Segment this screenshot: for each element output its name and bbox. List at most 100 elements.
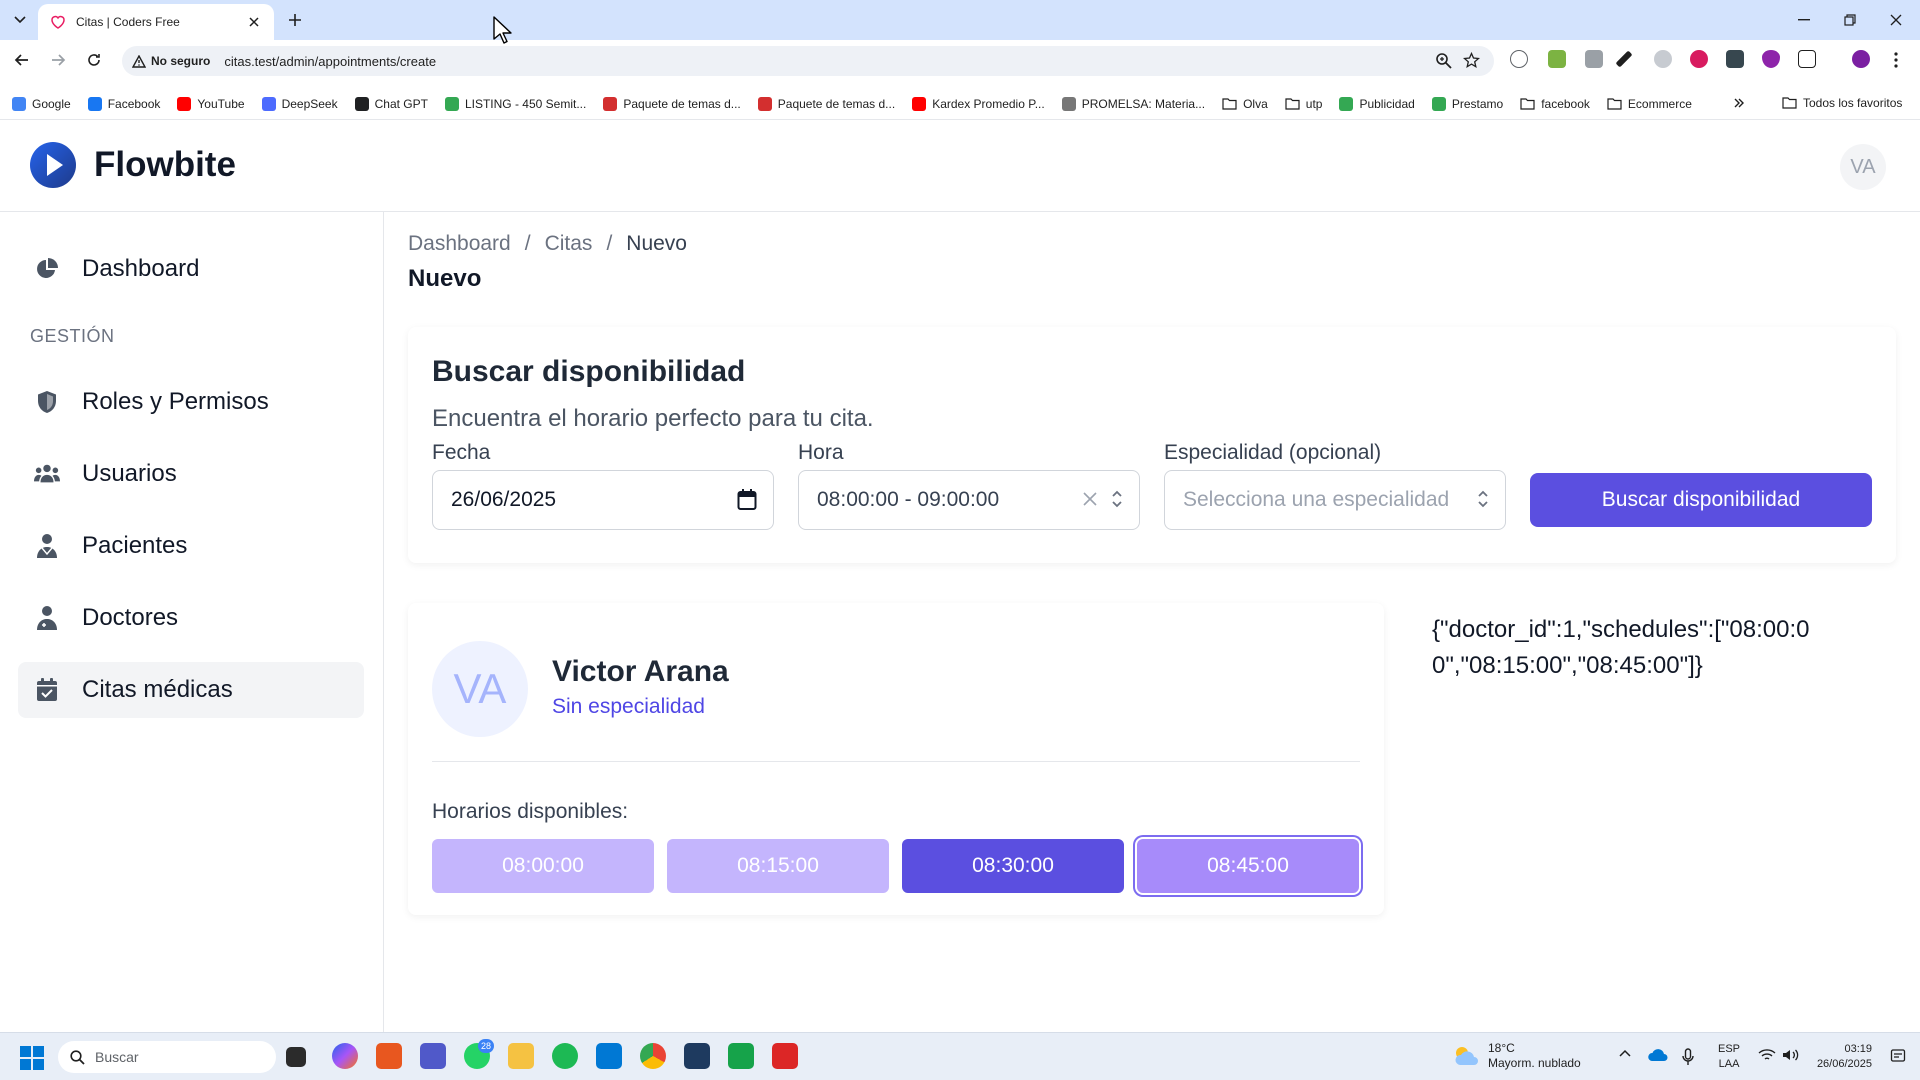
bookmark-favicon-icon <box>912 96 927 111</box>
bookmark-star-icon[interactable] <box>1463 52 1480 69</box>
extension-shield-icon[interactable] <box>1762 50 1780 68</box>
window-close-icon[interactable] <box>1886 10 1906 30</box>
bookmark-item[interactable]: facebook <box>1520 97 1590 111</box>
tab-search-chevron-icon[interactable] <box>10 11 30 29</box>
sidebar-item-doctors[interactable]: Doctores <box>18 590 364 646</box>
spotify-icon[interactable] <box>552 1043 578 1069</box>
extension-badge-icon[interactable] <box>1548 50 1566 68</box>
windows-start-icon[interactable] <box>20 1046 44 1070</box>
bookmark-favicon-icon <box>261 96 276 111</box>
back-arrow-icon[interactable] <box>12 50 32 70</box>
bookmarks-overflow-icon[interactable] <box>1733 97 1745 109</box>
sidebar-item-label: Roles y Permisos <box>82 388 269 415</box>
not-secure-indicator[interactable]: No seguro <box>132 54 210 68</box>
breadcrumb-separator: / <box>606 232 613 255</box>
forward-arrow-icon[interactable] <box>48 50 68 70</box>
sidebar-item-label: Usuarios <box>82 460 177 487</box>
bookmark-item[interactable]: Olva <box>1222 97 1268 111</box>
bookmark-item[interactable]: Chat GPT <box>354 96 428 111</box>
sidebar-item-roles[interactable]: Roles y Permisos <box>18 374 364 430</box>
profile-avatar-icon[interactable] <box>1852 50 1870 68</box>
new-tab-plus-icon[interactable] <box>286 11 304 29</box>
chrome-icon[interactable] <box>640 1043 666 1069</box>
tab-close-icon[interactable] <box>246 14 262 30</box>
weather-widget[interactable]: 18°C Mayorm. nublado <box>1452 1041 1581 1071</box>
clock-date: 26/06/2025 <box>1816 1058 1872 1070</box>
bookmark-item[interactable]: Publicidad <box>1339 96 1415 111</box>
extension-circle-icon[interactable] <box>1510 50 1528 68</box>
notifications-icon[interactable] <box>1890 1048 1908 1066</box>
bookmark-item[interactable]: Paquete de temas d... <box>757 96 895 111</box>
extension-eyedropper-icon[interactable] <box>1615 50 1633 68</box>
taskbar-search-box[interactable]: Buscar <box>58 1041 276 1073</box>
date-input[interactable]: 26/06/2025 <box>432 470 774 530</box>
time-slot-button-selected[interactable]: 08:45:00 <box>1137 839 1359 893</box>
bookmark-item[interactable]: PROMELSA: Materia... <box>1061 96 1205 111</box>
hour-label: Hora <box>798 441 844 464</box>
sublime-icon[interactable] <box>376 1043 402 1069</box>
onedrive-cloud-icon[interactable] <box>1648 1048 1668 1066</box>
address-bar[interactable]: No seguro citas.test/admin/appointments/… <box>122 46 1494 76</box>
hour-select[interactable]: 08:00:00 - 09:00:00 <box>798 470 1140 530</box>
browser-tab-active[interactable]: Citas | Coders Free <box>38 4 274 40</box>
breadcrumb-dashboard-link[interactable]: Dashboard <box>408 232 511 256</box>
extension-qr-icon[interactable] <box>1726 50 1744 68</box>
brand-link[interactable]: Flowbite <box>30 142 236 188</box>
copilot-icon[interactable] <box>332 1043 358 1069</box>
task-view-icon[interactable] <box>286 1047 306 1067</box>
time-slot-button[interactable]: 08:15:00 <box>667 839 889 893</box>
zoom-magnifier-icon[interactable] <box>1435 52 1452 69</box>
time-slot-button[interactable]: 08:00:00 <box>432 839 654 893</box>
bookmark-item[interactable]: utp <box>1285 97 1322 111</box>
extensions-puzzle-icon[interactable] <box>1798 50 1816 68</box>
user-avatar[interactable]: VA <box>1840 144 1886 190</box>
minimize-icon[interactable] <box>1794 10 1814 30</box>
shield-icon <box>34 389 60 415</box>
bookmark-item[interactable]: Facebook <box>87 96 160 111</box>
windows-taskbar: Buscar 28 18°C Mayorm. nublado ESP LAA 0… <box>0 1032 1920 1080</box>
bookmark-item[interactable]: LISTING - 450 Semit... <box>444 96 586 111</box>
sidebar-item-dashboard[interactable]: Dashboard <box>18 241 364 297</box>
reload-icon[interactable] <box>84 50 104 70</box>
bookmark-item[interactable]: Google <box>12 96 71 111</box>
file-explorer-icon[interactable] <box>508 1043 534 1069</box>
bookmark-favicon-icon <box>1431 96 1446 111</box>
search-availability-button[interactable]: Buscar disponibilidad <box>1530 473 1872 527</box>
bookmark-item[interactable]: Prestamo <box>1431 96 1503 111</box>
calendar-picker-icon[interactable] <box>737 489 757 511</box>
search-card-title: Buscar disponibilidad <box>432 355 746 388</box>
extension-adblock-icon[interactable] <box>1690 50 1708 68</box>
sidebar-item-patients[interactable]: Pacientes <box>18 518 364 574</box>
flowbite-logo-icon <box>30 142 76 188</box>
extension-chat-icon[interactable] <box>1654 50 1672 68</box>
specialty-select[interactable]: Selecciona una especialidad <box>1164 470 1506 530</box>
volume-icon[interactable] <box>1782 1048 1800 1066</box>
browser-menu-kebab-icon[interactable] <box>1886 50 1906 70</box>
app-icon[interactable] <box>684 1043 710 1069</box>
microphone-icon[interactable] <box>1682 1048 1700 1066</box>
lang-top: ESP <box>1718 1043 1741 1055</box>
input-language-indicator[interactable]: ESP LAA <box>1718 1042 1740 1072</box>
weather-desc: Mayorm. nublado <box>1488 1056 1581 1070</box>
bookmark-item[interactable]: Kardex Promedio P... <box>912 96 1045 111</box>
specialty-placeholder: Selecciona una especialidad <box>1183 488 1450 511</box>
time-slot-button[interactable]: 08:30:00 <box>902 839 1124 893</box>
clear-x-icon[interactable] <box>1083 492 1097 506</box>
bookmark-item[interactable]: DeepSeek <box>261 96 338 111</box>
all-bookmarks-folder[interactable]: Todos los favoritos <box>1782 96 1902 110</box>
app-icon[interactable] <box>728 1043 754 1069</box>
teams-icon[interactable] <box>420 1043 446 1069</box>
extension-code-icon[interactable] <box>1585 50 1603 68</box>
taskbar-clock[interactable]: 03:19 26/06/2025 <box>1812 1042 1872 1072</box>
sidebar-item-users[interactable]: Usuarios <box>18 446 364 502</box>
sidebar-item-appointments[interactable]: Citas médicas <box>18 662 364 718</box>
vscode-icon[interactable] <box>596 1043 622 1069</box>
chevron-up-icon[interactable] <box>1618 1048 1636 1066</box>
app-icon[interactable] <box>772 1043 798 1069</box>
bookmark-item[interactable]: Ecommerce <box>1607 97 1692 111</box>
wifi-icon[interactable] <box>1758 1048 1776 1066</box>
bookmark-item[interactable]: Paquete de temas d... <box>603 96 741 111</box>
breadcrumb-citas-link[interactable]: Citas <box>545 232 593 256</box>
bookmark-item[interactable]: YouTube <box>177 96 245 111</box>
restore-icon[interactable] <box>1840 10 1860 30</box>
